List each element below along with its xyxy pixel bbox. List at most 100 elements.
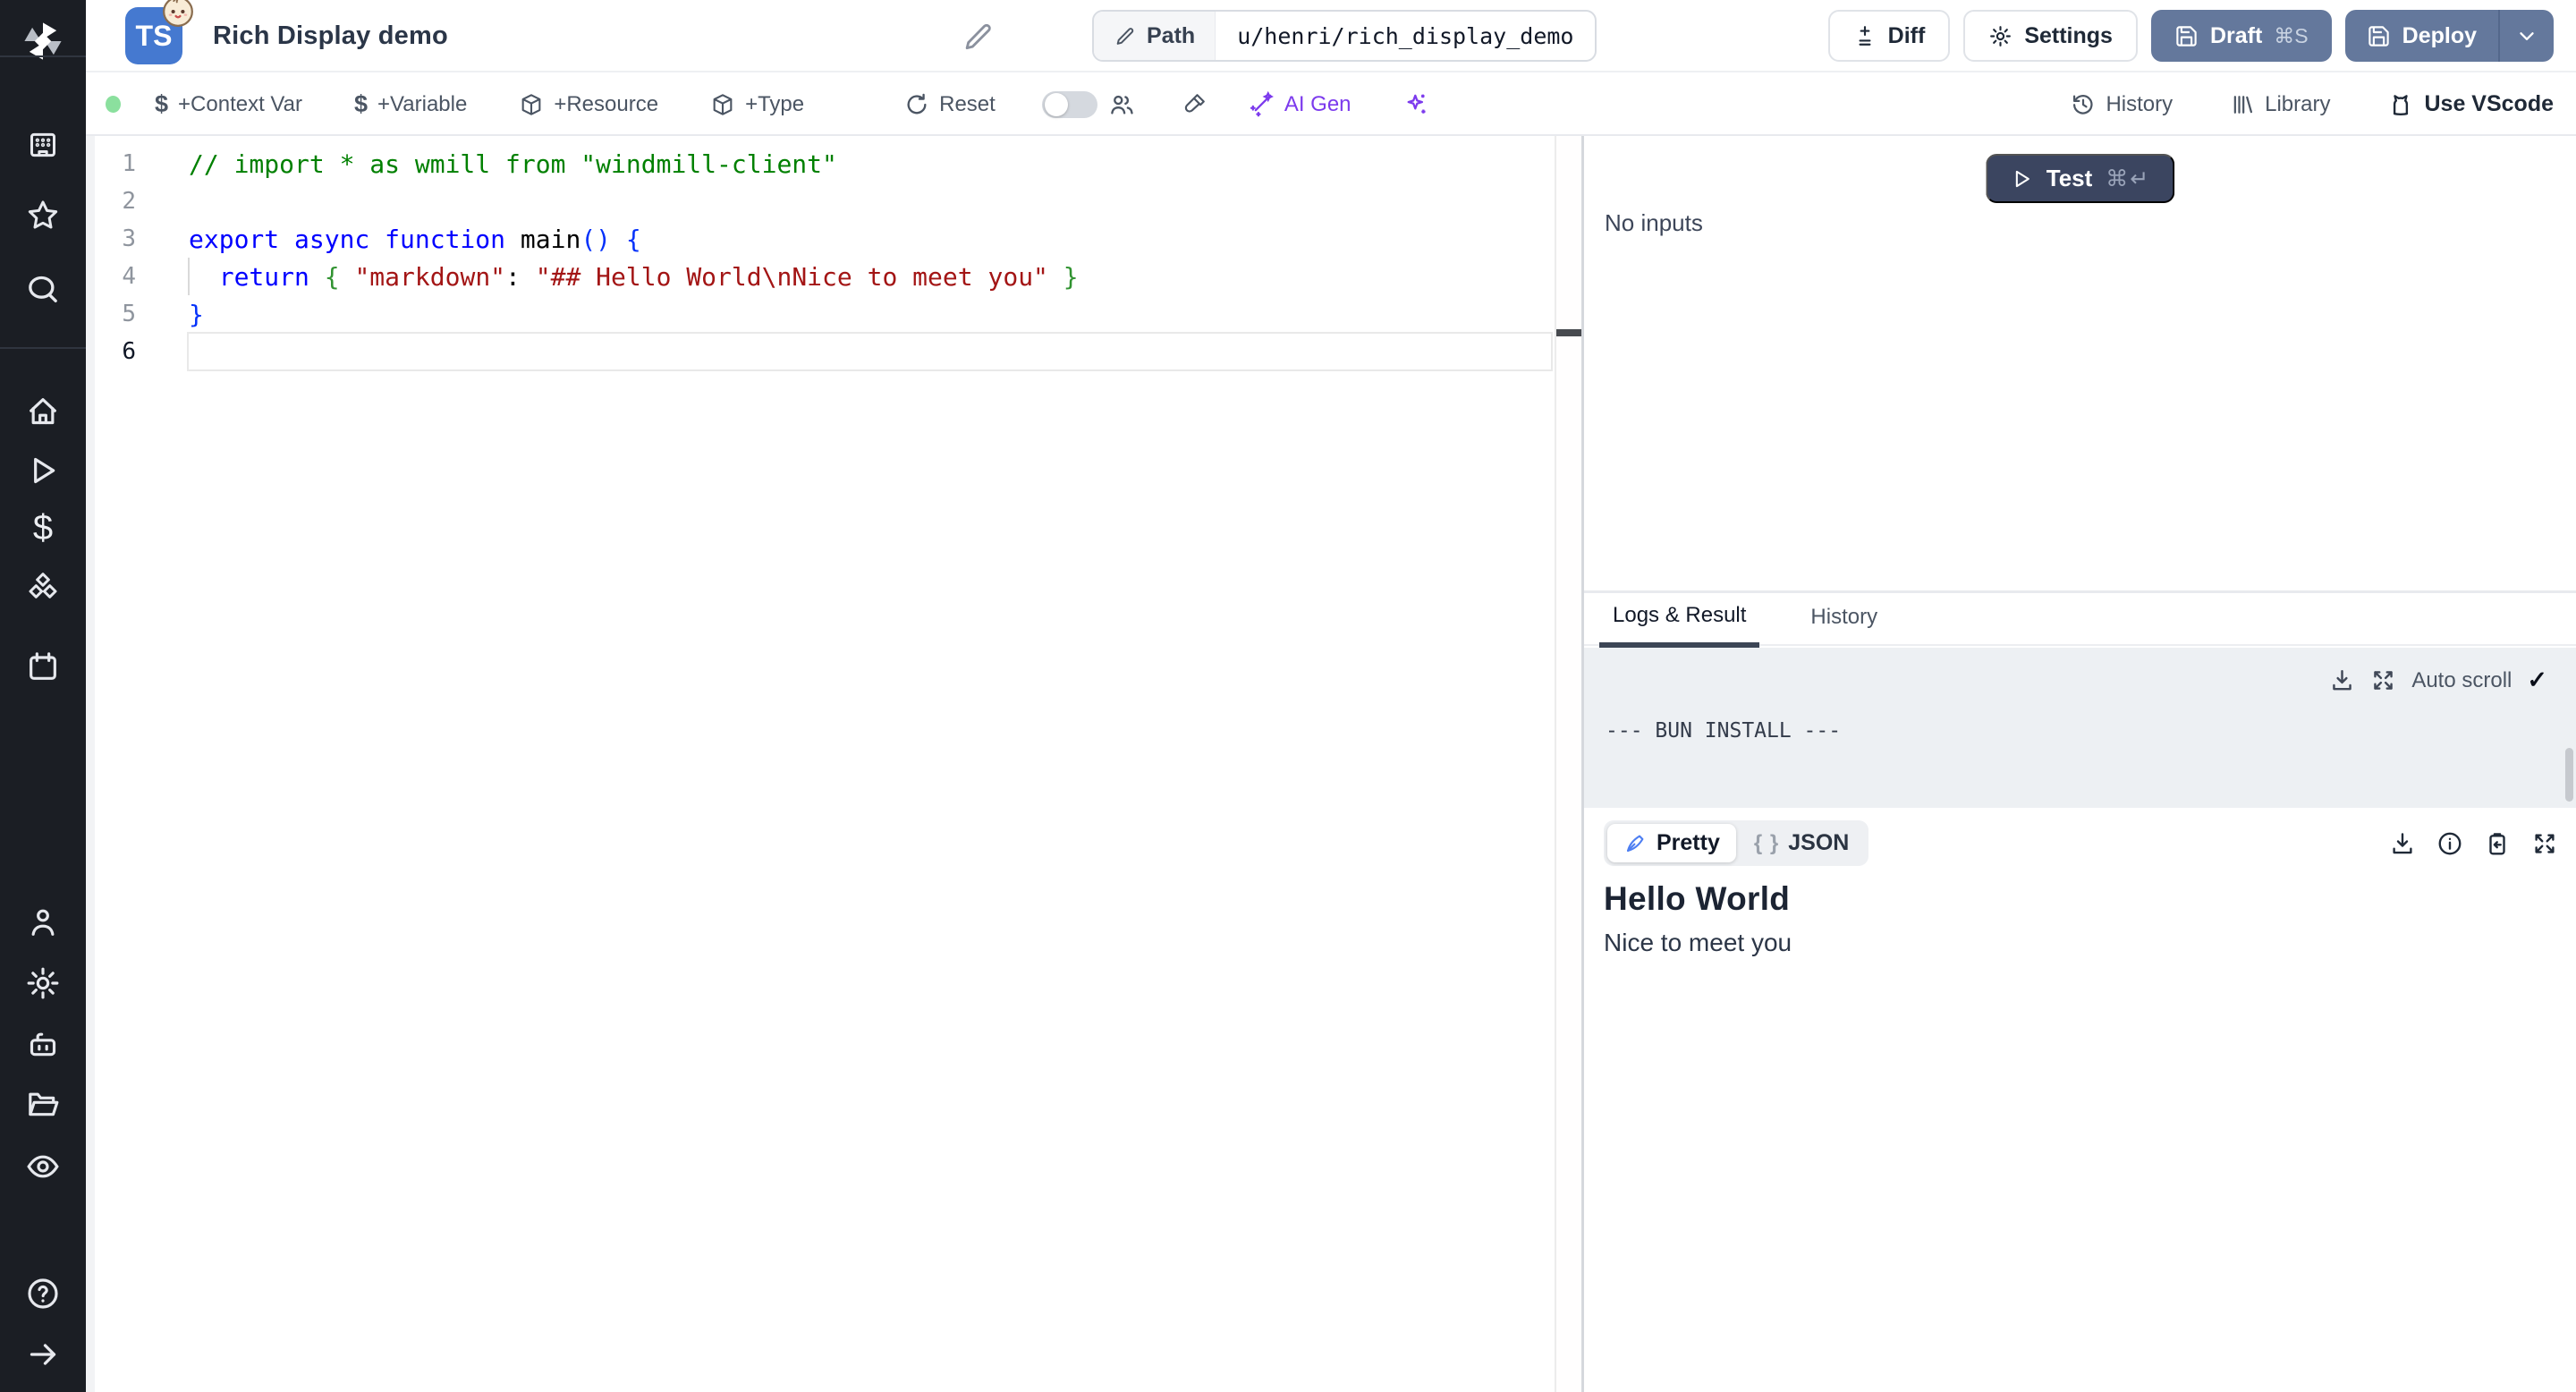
result-markdown-heading: Hello World (1604, 880, 1791, 917)
test-button[interactable]: Test ⌘↵ (1985, 154, 2175, 203)
resources-boxes-icon[interactable] (0, 570, 86, 606)
run-panel: Test ⌘↵ No inputs Logs & Result History … (1581, 136, 2576, 1392)
line-number: 4 (122, 263, 136, 290)
toolbar-right: History Library Use VScode (2071, 91, 2554, 118)
use-vscode-button[interactable]: Use VScode (2387, 91, 2554, 118)
result-view-toggle: Pretty { } JSON (1604, 820, 1869, 866)
page-title: Rich Display demo (213, 21, 448, 50)
search-icon[interactable] (0, 271, 86, 307)
braces-icon: { } (1753, 830, 1780, 855)
toggle-knob (1044, 92, 1068, 116)
code-line-1[interactable]: 1 // import * as wmill from "windmill-cl… (86, 145, 1581, 182)
code-line-6-current[interactable]: 6 (86, 332, 1581, 371)
sidebar: $ (0, 0, 86, 1392)
sparkles-icon[interactable] (1403, 91, 1429, 117)
line-number: 1 (122, 150, 136, 177)
add-resource-button[interactable]: +Resource (519, 92, 658, 117)
copy-clipboard-icon[interactable] (2484, 830, 2511, 857)
add-context-var-button[interactable]: $ +Context Var (155, 90, 302, 118)
pretty-view-button[interactable]: Pretty (1607, 824, 1736, 862)
gear-icon (1988, 24, 2012, 48)
header-actions: Diff Settings Draft ⌘S Deploy (1827, 10, 2554, 62)
vscode-cat-icon (2387, 91, 2414, 118)
deploy-button-group: Deploy (2344, 10, 2554, 62)
tab-logs-result[interactable]: Logs & Result (1599, 603, 1760, 648)
diff-icon (1853, 24, 1877, 47)
magic-wand-icon (1249, 91, 1275, 117)
audit-eye-icon[interactable] (0, 1149, 86, 1184)
editor-overview-ruler[interactable] (1555, 136, 1581, 1392)
users-person-icon[interactable] (0, 904, 86, 940)
settings-button[interactable]: Settings (1963, 10, 2138, 62)
cursor-position-marker (1556, 329, 1581, 336)
editor-toolbar: $ +Context Var $ +Variable +Resource +Ty… (86, 74, 2576, 136)
format-brush-icon[interactable] (1182, 91, 1208, 117)
fullscreen-result-icon[interactable] (2531, 830, 2558, 857)
auto-scroll-label[interactable]: Auto scroll (2411, 666, 2512, 695)
run-inputs-section: Test ⌘↵ No inputs (1584, 136, 2576, 593)
log-output[interactable]: --- BUN INSTALL --- empty dependencies, … (1584, 648, 2576, 1097)
top-header: TS Rich Display demo Path u/henri/rich_d… (86, 0, 2576, 72)
line-number: 3 (122, 225, 136, 252)
pencil-icon (1114, 25, 1136, 47)
dollar-icon: $ (155, 90, 169, 117)
ai-gen-button[interactable]: AI Gen (1249, 91, 1352, 117)
code-line-3[interactable]: 3 export async function main() { (86, 220, 1581, 258)
collapse-arrow-right-icon[interactable] (0, 1337, 86, 1372)
code-editor[interactable]: 1 // import * as wmill from "windmill-cl… (86, 136, 1581, 1392)
history-clock-icon (2071, 92, 2096, 117)
runs-play-icon[interactable] (0, 453, 86, 488)
log-line: --- BUN INSTALL --- (1606, 719, 1842, 743)
workers-robot-icon[interactable] (0, 1026, 86, 1062)
bun-logo-icon (161, 0, 195, 29)
folders-icon[interactable] (0, 1086, 86, 1122)
settings-gear-icon[interactable] (0, 965, 86, 1001)
result-tabs: Logs & Result History (1584, 596, 2576, 648)
download-result-icon[interactable] (2389, 830, 2416, 857)
download-logs-icon[interactable] (2329, 667, 2355, 693)
save-icon (2174, 24, 2199, 48)
diff-button[interactable]: Diff (1827, 10, 1951, 62)
line-number: 5 (122, 301, 136, 327)
help-icon[interactable] (0, 1276, 86, 1311)
library-button[interactable]: Library (2230, 92, 2330, 117)
path-label: Path (1147, 22, 1196, 48)
info-icon[interactable] (2436, 830, 2463, 857)
reset-button[interactable]: Reset (904, 92, 996, 117)
log-scrollbar[interactable] (2565, 748, 2573, 802)
package-icon (519, 92, 544, 117)
schedules-calendar-icon[interactable] (0, 649, 86, 684)
result-section: Pretty { } JSON Hello World Nice to meet… (1584, 808, 2576, 1392)
json-view-button[interactable]: { } JSON (1738, 824, 1865, 862)
edit-title-pencil-icon[interactable] (961, 20, 995, 54)
windmill-logo-icon[interactable] (0, 18, 86, 64)
log-controls: Auto scroll ✓ (2329, 666, 2547, 695)
tab-history[interactable]: History (1797, 605, 1891, 644)
add-variable-button[interactable]: $ +Variable (354, 90, 467, 118)
history-button[interactable]: History (2071, 92, 2173, 117)
add-type-button[interactable]: +Type (710, 92, 804, 117)
workspace-building-icon[interactable] (0, 127, 86, 163)
deploy-button[interactable]: Deploy (2345, 10, 2498, 62)
draft-shortcut: ⌘S (2274, 23, 2309, 47)
code-line-4[interactable]: 4 return { "markdown": "## Hello World\n… (86, 258, 1581, 295)
deploy-dropdown-button[interactable] (2500, 10, 2554, 62)
draft-button[interactable]: Draft ⌘S (2150, 10, 2332, 62)
path-field[interactable]: Path u/henri/rich_display_demo (1092, 10, 1597, 62)
line-number: 6 (122, 338, 136, 365)
auto-scroll-check-icon[interactable]: ✓ (2527, 666, 2547, 695)
collaborators-icon[interactable] (1108, 91, 1135, 118)
home-icon[interactable] (0, 394, 86, 429)
code-line-2[interactable]: 2 (86, 182, 1581, 220)
play-icon (2010, 167, 2033, 191)
path-value[interactable]: u/henri/rich_display_demo (1216, 12, 1595, 60)
result-actions (2389, 830, 2558, 857)
favorites-star-icon[interactable] (0, 198, 86, 233)
expand-logs-icon[interactable] (2370, 667, 2396, 693)
status-dot (106, 96, 121, 113)
diff-mode-toggle[interactable] (1041, 90, 1097, 118)
code-line-5[interactable]: 5 } (86, 295, 1581, 333)
refresh-icon (904, 92, 929, 117)
result-header: Pretty { } JSON (1604, 820, 2558, 866)
variables-dollar-icon[interactable]: $ (0, 510, 86, 546)
